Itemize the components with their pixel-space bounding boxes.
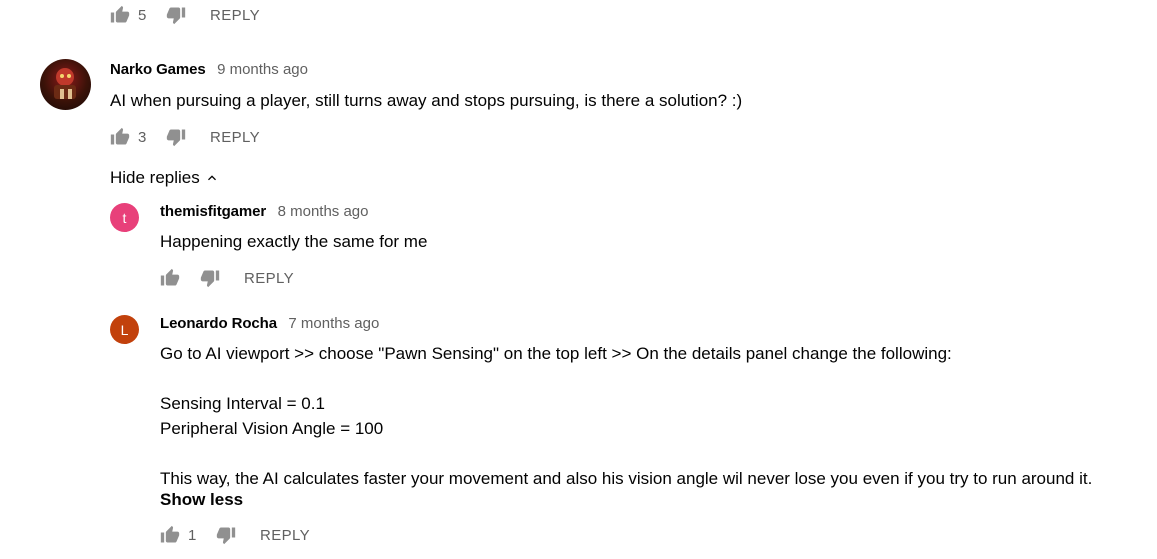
author-name[interactable]: Leonardo Rocha xyxy=(160,315,277,332)
avatar[interactable] xyxy=(40,59,91,110)
like-button[interactable] xyxy=(158,266,182,290)
thumb-up-icon xyxy=(110,127,130,145)
comment-actions: 3 REPLY xyxy=(108,125,260,149)
hide-replies-button[interactable]: Hide replies xyxy=(110,168,220,188)
previous-comment-actions: 5 REPLY xyxy=(108,3,260,27)
thumb-down-icon xyxy=(166,7,186,25)
thumb-up-icon xyxy=(160,525,180,543)
reply-header: themisfitgamer 8 months ago xyxy=(160,203,369,221)
avatar[interactable]: t xyxy=(110,203,139,232)
thumb-up-icon xyxy=(110,5,130,23)
author-name[interactable]: themisfitgamer xyxy=(160,203,266,220)
author-name[interactable]: Narko Games xyxy=(110,61,206,78)
reply-actions: REPLY xyxy=(158,266,294,290)
like-button[interactable] xyxy=(158,523,182,547)
reply-actions: 1 REPLY xyxy=(158,523,310,547)
reply-button[interactable]: REPLY xyxy=(210,7,260,24)
timestamp[interactable]: 9 months ago xyxy=(217,61,308,78)
thumb-down-icon xyxy=(166,129,186,147)
timestamp[interactable]: 7 months ago xyxy=(288,315,379,332)
like-button[interactable] xyxy=(108,125,132,149)
dislike-button[interactable] xyxy=(164,125,188,149)
dislike-button[interactable] xyxy=(198,266,222,290)
avatar[interactable]: L xyxy=(110,315,139,344)
chevron-up-icon xyxy=(207,175,216,181)
reply-button[interactable]: REPLY xyxy=(260,527,310,544)
show-less-button[interactable]: Show less xyxy=(160,490,243,510)
like-count: 5 xyxy=(138,6,147,24)
thumb-down-icon xyxy=(200,270,220,288)
timestamp[interactable]: 8 months ago xyxy=(278,203,369,220)
comment-text: AI when pursuing a player, still turns a… xyxy=(110,91,743,110)
comment-header: Narko Games 9 months ago xyxy=(110,61,308,79)
thumb-up-icon xyxy=(160,268,180,286)
like-button[interactable] xyxy=(108,3,132,27)
reply-text-line: Sensing Interval = 0.1 xyxy=(160,394,325,413)
reply-header: Leonardo Rocha 7 months ago xyxy=(160,315,379,333)
avatar-image xyxy=(54,68,76,99)
reply-text-line: This way, the AI calculates faster your … xyxy=(160,469,1093,488)
avatar-letter: t xyxy=(122,209,127,226)
dislike-button[interactable] xyxy=(214,523,238,547)
reply-text: Happening exactly the same for me xyxy=(160,232,428,251)
like-count: 1 xyxy=(188,526,197,544)
reply-button[interactable]: REPLY xyxy=(244,270,294,287)
avatar-letter: L xyxy=(120,321,129,338)
like-count: 3 xyxy=(138,128,147,146)
reply-button[interactable]: REPLY xyxy=(210,129,260,146)
reply-text-line: Go to AI viewport >> choose "Pawn Sensin… xyxy=(160,344,952,363)
reply-text-line: Peripheral Vision Angle = 100 xyxy=(160,419,384,438)
hide-replies-label: Hide replies xyxy=(110,168,200,187)
thumb-down-icon xyxy=(216,527,236,545)
dislike-button[interactable] xyxy=(164,3,188,27)
